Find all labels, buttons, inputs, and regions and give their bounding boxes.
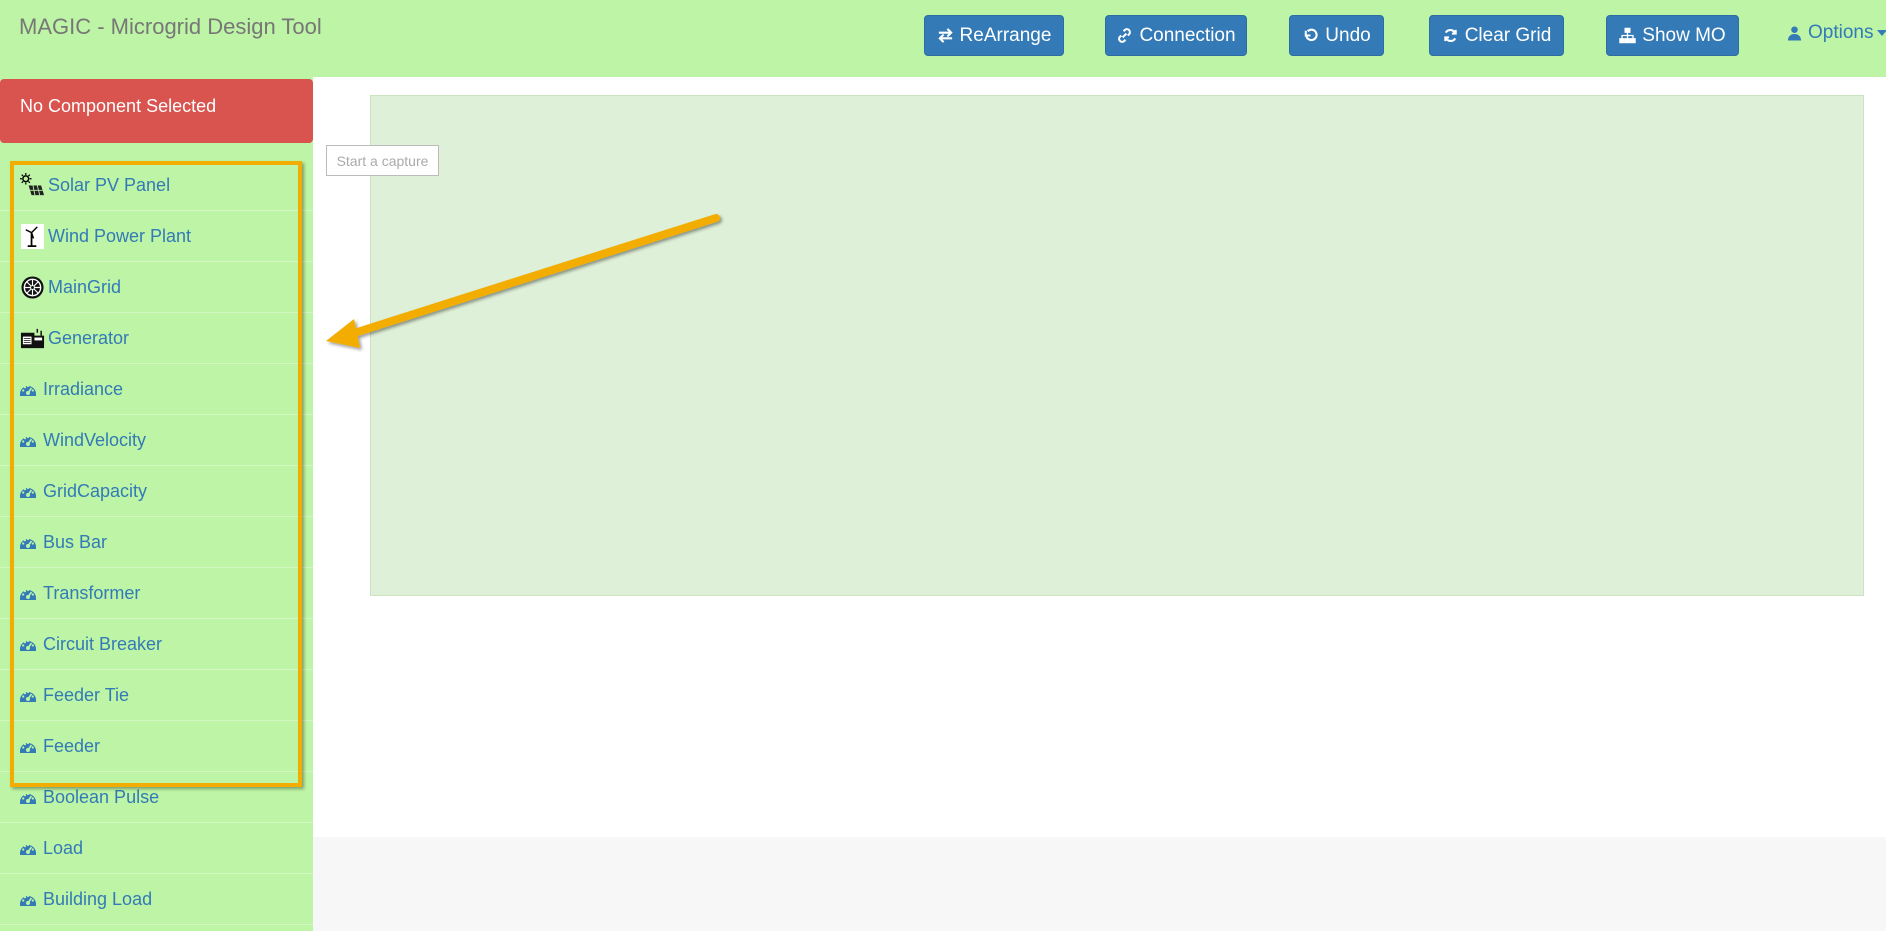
options-label: Options xyxy=(1808,22,1874,43)
sidebar-item-transformer[interactable]: Transformer xyxy=(0,568,313,619)
component-sidebar: No Component Selected Solar PV Panel Win… xyxy=(0,77,313,931)
sitemap-icon xyxy=(1619,27,1636,44)
dashboard-icon xyxy=(19,737,38,755)
user-icon xyxy=(1787,25,1802,41)
dashboard-icon xyxy=(19,431,38,449)
sidebar-item-solar-pv-panel[interactable]: Solar PV Panel xyxy=(0,160,313,211)
sidebar-item-label: Bus Bar xyxy=(43,531,108,552)
sidebar-item-label: Circuit Breaker xyxy=(43,633,163,654)
clear-grid-button[interactable]: Clear Grid xyxy=(1429,15,1564,56)
sidebar-item-label: Solar PV Panel xyxy=(48,174,171,195)
undo-label: Undo xyxy=(1325,24,1371,46)
rearrange-label: ReArrange xyxy=(959,24,1052,46)
dashboard-icon xyxy=(19,839,38,857)
sidebar-item-feeder[interactable]: Feeder xyxy=(0,721,313,772)
connection-label: Connection xyxy=(1139,24,1236,46)
sidebar-item-bus-bar[interactable]: Bus Bar xyxy=(0,517,313,568)
sidebar-item-generator[interactable]: Generator xyxy=(0,313,313,364)
sidebar-item-label: Wind Power Plant xyxy=(48,225,192,246)
sidebar-item-label: GridCapacity xyxy=(43,480,148,501)
exchange-icon xyxy=(937,27,954,44)
clear-grid-label: Clear Grid xyxy=(1464,24,1552,46)
selection-alert: No Component Selected xyxy=(0,79,313,143)
sidebar-item-label: MainGrid xyxy=(48,276,122,297)
sidebar-item-label: Boolean Pulse xyxy=(43,786,160,807)
sidebar-item-label: Feeder Tie xyxy=(43,684,130,705)
dashboard-icon xyxy=(19,533,38,551)
generator-icon xyxy=(19,325,45,351)
sidebar-item-label: Irradiance xyxy=(43,378,124,399)
dashboard-icon xyxy=(19,635,38,653)
start-capture-button[interactable]: Start a capture xyxy=(326,145,439,176)
undo-button[interactable]: Undo xyxy=(1289,15,1384,56)
refresh-icon xyxy=(1442,27,1459,44)
show-mo-label: Show MO xyxy=(1642,24,1726,46)
dashboard-icon xyxy=(19,890,38,908)
sidebar-item-wind-velocity[interactable]: WindVelocity xyxy=(0,415,313,466)
caret-down-icon xyxy=(1877,30,1886,36)
sidebar-item-label: Load xyxy=(43,837,84,858)
sidebar-item-label: Generator xyxy=(48,327,130,348)
sidebar-item-irradiance[interactable]: Irradiance xyxy=(0,364,313,415)
sidebar-item-label: Transformer xyxy=(43,582,141,603)
wind-turbine-icon xyxy=(19,223,45,249)
dashboard-icon xyxy=(19,584,38,602)
undo-icon xyxy=(1302,27,1319,44)
dashboard-icon xyxy=(19,788,38,806)
sidebar-item-wind-power-plant[interactable]: Wind Power Plant xyxy=(0,211,313,262)
options-dropdown[interactable]: Options xyxy=(1787,22,1886,44)
link-icon xyxy=(1116,27,1133,44)
main-grid-icon xyxy=(19,274,45,300)
sidebar-item-label: Building Load xyxy=(43,888,153,909)
sidebar-item-label: Feeder xyxy=(43,735,101,756)
design-grid[interactable] xyxy=(370,95,1864,596)
sidebar-item-load[interactable]: Load xyxy=(0,823,313,874)
dashboard-icon xyxy=(19,686,38,704)
sidebar-item-building-load[interactable]: Building Load xyxy=(0,874,313,925)
footer-area xyxy=(313,837,1886,931)
dashboard-icon xyxy=(19,380,38,398)
sidebar-item-label: WindVelocity xyxy=(43,429,147,450)
sidebar-item-main-grid[interactable]: MainGrid xyxy=(0,262,313,313)
top-navbar: MAGIC - Microgrid Design Tool ReArrange … xyxy=(0,0,1886,77)
rearrange-button[interactable]: ReArrange xyxy=(924,15,1064,56)
sidebar-item-feeder-tie[interactable]: Feeder Tie xyxy=(0,670,313,721)
sidebar-item-grid-capacity[interactable]: GridCapacity xyxy=(0,466,313,517)
component-list: Solar PV Panel Wind Power Plant MainGrid… xyxy=(0,160,313,925)
dashboard-icon xyxy=(19,482,38,500)
app-title: MAGIC - Microgrid Design Tool xyxy=(19,14,322,39)
sidebar-item-boolean-pulse[interactable]: Boolean Pulse xyxy=(0,772,313,823)
solar-panel-icon xyxy=(19,172,45,198)
show-mo-button[interactable]: Show MO xyxy=(1606,15,1739,56)
sidebar-item-circuit-breaker[interactable]: Circuit Breaker xyxy=(0,619,313,670)
connection-button[interactable]: Connection xyxy=(1105,15,1247,56)
